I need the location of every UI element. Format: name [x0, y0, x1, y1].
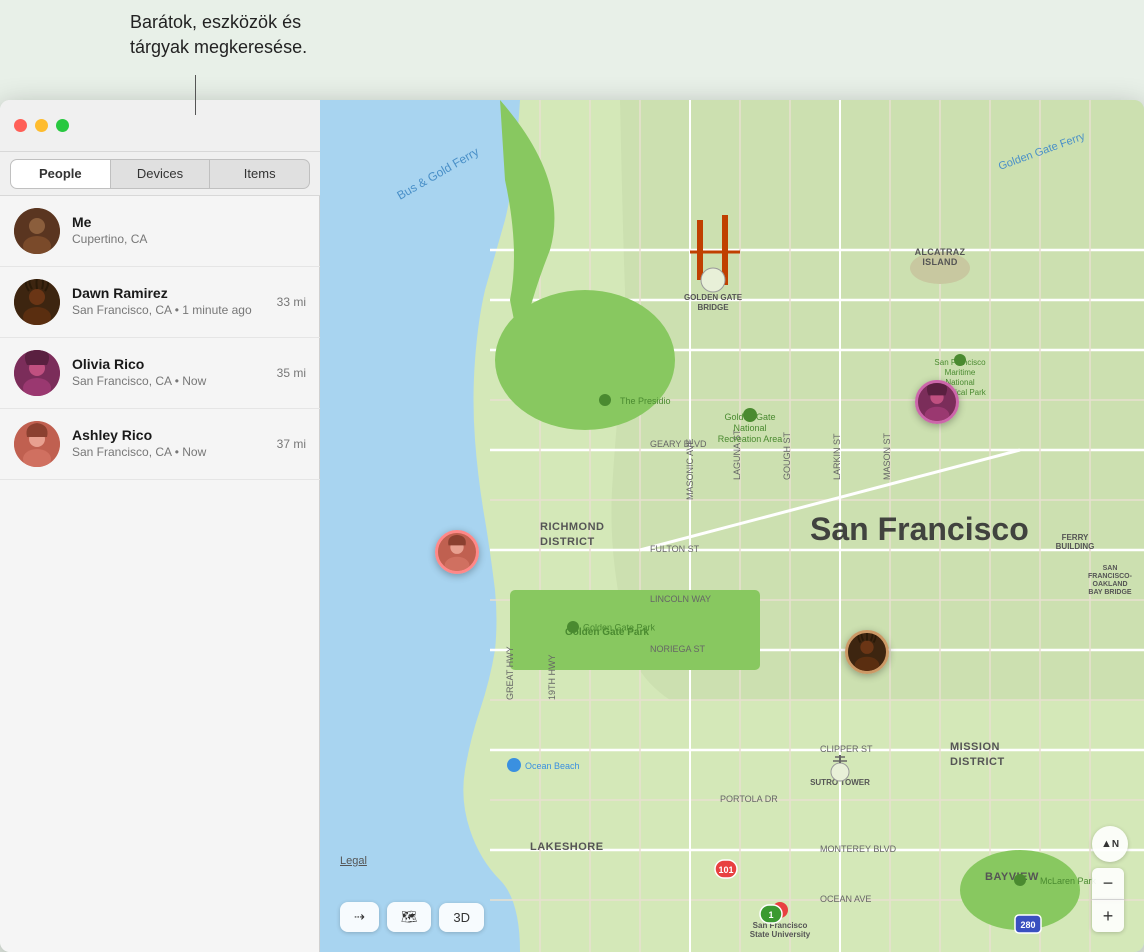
svg-text:Recreation Area: Recreation Area	[718, 434, 783, 444]
svg-text:19TH HWY: 19TH HWY	[547, 654, 557, 700]
titlebar	[0, 100, 320, 152]
svg-text:MASONIC AVE: MASONIC AVE	[685, 439, 695, 500]
person-list: Me Cupertino, CA	[0, 196, 320, 480]
svg-text:GEARY BLVD: GEARY BLVD	[650, 439, 707, 449]
svg-text:National: National	[733, 423, 766, 433]
location-icon: ⇢	[354, 909, 365, 925]
map-area[interactable]: Bus & Gold Ferry Golden Gate Ferry San F…	[320, 100, 1144, 952]
avatar-olivia	[14, 350, 60, 396]
person-location-dawn: San Francisco, CA • 1 minute ago	[72, 303, 306, 319]
zoom-in-button[interactable]: +	[1092, 900, 1124, 932]
person-item-me[interactable]: Me Cupertino, CA	[0, 196, 320, 267]
person-location-olivia: San Francisco, CA • Now	[72, 374, 306, 390]
svg-text:1: 1	[768, 910, 773, 920]
svg-text:Golden Gate Park: Golden Gate Park	[583, 622, 656, 632]
svg-text:LINCOLN WAY: LINCOLN WAY	[650, 594, 711, 604]
person-info-me: Me Cupertino, CA	[72, 214, 306, 248]
svg-text:BAY BRIDGE: BAY BRIDGE	[1088, 589, 1132, 596]
svg-text:DISTRICT: DISTRICT	[950, 756, 1005, 768]
tooltip-line1: Barátok, eszközök és	[130, 10, 307, 35]
svg-text:CLIPPER ST: CLIPPER ST	[820, 744, 873, 754]
svg-text:PORTOLA DR: PORTOLA DR	[720, 794, 778, 804]
legal-link[interactable]: Legal	[340, 855, 367, 867]
person-item-ashley[interactable]: Ashley Rico San Francisco, CA • Now 37 m…	[0, 409, 320, 480]
maximize-button[interactable]	[56, 119, 69, 132]
svg-text:The Presidio: The Presidio	[620, 396, 671, 406]
svg-text:McLaren Park: McLaren Park	[1040, 876, 1097, 886]
svg-text:GOUGH ST: GOUGH ST	[782, 431, 792, 480]
map-svg: Bus & Gold Ferry Golden Gate Ferry San F…	[320, 100, 1144, 952]
svg-text:ISLAND: ISLAND	[922, 257, 957, 267]
person-distance-dawn: 33 mi	[277, 295, 306, 309]
tab-people[interactable]: People	[10, 159, 111, 189]
svg-text:San Francisco: San Francisco	[810, 511, 1029, 547]
location-button[interactable]: ⇢	[340, 902, 379, 932]
svg-text:FULTON ST: FULTON ST	[650, 544, 700, 554]
person-info-dawn: Dawn Ramirez San Francisco, CA • 1 minut…	[72, 285, 306, 319]
zoom-controls: − +	[1092, 868, 1124, 932]
map-icon: 🗺	[401, 909, 418, 925]
person-location-ashley: San Francisco, CA • Now	[72, 445, 306, 461]
map-pin-olivia[interactable]	[915, 380, 959, 424]
svg-text:BRIDGE: BRIDGE	[697, 303, 729, 312]
minimize-button[interactable]	[35, 119, 48, 132]
avatar-ashley	[14, 421, 60, 467]
person-name-olivia: Olivia Rico	[72, 356, 306, 372]
map-pin-ashley[interactable]	[435, 530, 479, 574]
tooltip-line2: tárgyak megkeresése.	[130, 35, 307, 60]
svg-text:280: 280	[1020, 920, 1035, 930]
avatar-me	[14, 208, 60, 254]
map-pin-dawn[interactable]	[845, 630, 889, 674]
svg-text:San Francisco: San Francisco	[753, 921, 808, 930]
svg-text:SAN: SAN	[1103, 565, 1118, 572]
svg-text:LAKESHORE: LAKESHORE	[530, 841, 604, 853]
person-info-olivia: Olivia Rico San Francisco, CA • Now	[72, 356, 306, 390]
svg-text:Ocean Beach: Ocean Beach	[525, 761, 580, 771]
person-item-dawn[interactable]: Dawn Ramirez San Francisco, CA • 1 minut…	[0, 267, 320, 338]
zoom-out-button[interactable]: −	[1092, 868, 1124, 900]
svg-text:FRANCISCO-: FRANCISCO-	[1088, 573, 1133, 580]
person-distance-ashley: 37 mi	[277, 437, 306, 451]
person-distance-olivia: 35 mi	[277, 366, 306, 380]
person-info-ashley: Ashley Rico San Francisco, CA • Now	[72, 427, 306, 461]
close-button[interactable]	[14, 119, 27, 132]
svg-text:OCEAN AVE: OCEAN AVE	[820, 894, 871, 904]
compass[interactable]: ▲N	[1092, 826, 1128, 862]
avatar-dawn	[14, 279, 60, 325]
tab-items[interactable]: Items	[210, 159, 310, 189]
tabs-bar: People Devices Items	[0, 152, 320, 196]
svg-text:FERRY: FERRY	[1062, 533, 1089, 542]
tooltip-annotation: Barátok, eszközök és tárgyak megkeresése…	[130, 10, 307, 60]
svg-text:MASON ST: MASON ST	[882, 432, 892, 480]
person-name-dawn: Dawn Ramirez	[72, 285, 306, 301]
svg-text:MONTEREY BLVD: MONTEREY BLVD	[820, 844, 897, 854]
map-view-button[interactable]: 🗺	[387, 902, 432, 932]
svg-text:ALCATRAZ: ALCATRAZ	[915, 247, 966, 257]
svg-text:MISSION: MISSION	[950, 741, 1000, 753]
person-location-me: Cupertino, CA	[72, 232, 306, 248]
svg-text:Maritime: Maritime	[945, 368, 976, 377]
svg-text:RICHMOND: RICHMOND	[540, 521, 605, 533]
person-item-olivia[interactable]: Olivia Rico San Francisco, CA • Now 35 m…	[0, 338, 320, 409]
svg-text:101: 101	[718, 865, 733, 875]
person-name-ashley: Ashley Rico	[72, 427, 306, 443]
tooltip-connector-line	[195, 75, 196, 115]
app-window: People Devices Items	[0, 100, 1144, 952]
svg-text:GOLDEN GATE: GOLDEN GATE	[684, 293, 743, 302]
map-controls-bottom: ⇢ 🗺 3D	[340, 902, 484, 932]
svg-text:BUILDING: BUILDING	[1056, 542, 1095, 551]
svg-text:OAKLAND: OAKLAND	[1093, 581, 1128, 588]
svg-text:DISTRICT: DISTRICT	[540, 536, 595, 548]
sidebar: People Devices Items	[0, 100, 320, 952]
svg-text:BAYVIEW: BAYVIEW	[985, 871, 1039, 883]
svg-text:LARKIN ST: LARKIN ST	[832, 433, 842, 480]
svg-text:State University: State University	[750, 930, 811, 939]
three-d-button[interactable]: 3D	[439, 903, 484, 932]
person-name-me: Me	[72, 214, 306, 230]
svg-text:GREAT HWY: GREAT HWY	[505, 646, 515, 700]
svg-text:NORIEGA ST: NORIEGA ST	[650, 644, 706, 654]
tab-devices[interactable]: Devices	[111, 159, 211, 189]
